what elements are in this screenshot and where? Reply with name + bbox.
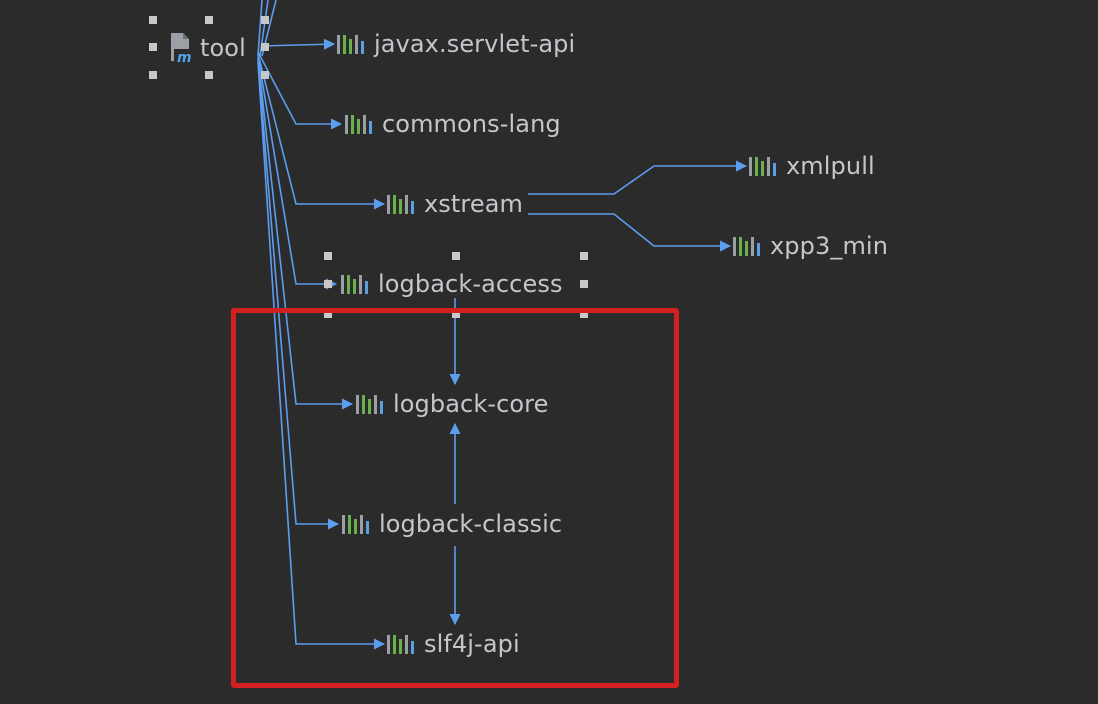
library-icon xyxy=(340,273,370,295)
svg-text:m: m xyxy=(177,50,192,65)
node-javax-servlet-api[interactable]: javax.servlet-api xyxy=(336,29,575,59)
node-tool[interactable]: m tool xyxy=(168,31,246,66)
edge-tool-commons-lang xyxy=(257,51,343,130)
library-icon xyxy=(732,235,762,257)
node-label: xstream xyxy=(424,190,524,218)
node-label: xpp3_min xyxy=(770,232,888,260)
maven-module-icon: m xyxy=(168,31,196,66)
selection-handle[interactable] xyxy=(452,252,460,260)
node-label: commons-lang xyxy=(382,110,561,138)
selection-handle[interactable] xyxy=(261,16,269,24)
edges-from-xstream xyxy=(528,160,748,252)
edge-tool-javax-servlet-api xyxy=(261,38,336,50)
library-icon xyxy=(748,155,778,177)
library-icon xyxy=(336,33,366,55)
node-label: xmlpull xyxy=(786,152,875,180)
highlight-box xyxy=(231,308,679,688)
selection-handle[interactable] xyxy=(324,280,332,288)
selection-handle[interactable] xyxy=(149,43,157,51)
selection-handle[interactable] xyxy=(580,252,588,260)
edge-xstream-xmlpull xyxy=(528,160,748,195)
selection-handle[interactable] xyxy=(149,16,157,24)
node-label: tool xyxy=(200,34,246,62)
selection-handle[interactable] xyxy=(261,71,269,79)
edge-xstream-xpp3-min xyxy=(528,213,732,252)
node-xpp3-min[interactable]: xpp3_min xyxy=(732,231,888,261)
selection-handle[interactable] xyxy=(205,16,213,24)
library-icon xyxy=(386,193,416,215)
selection-handle[interactable] xyxy=(324,252,332,260)
selection-handle[interactable] xyxy=(261,43,269,51)
selection-handle[interactable] xyxy=(149,71,157,79)
selection-handle[interactable] xyxy=(205,71,213,79)
node-label: logback-access xyxy=(378,270,563,298)
node-logback-access[interactable]: logback-access xyxy=(340,269,563,299)
node-xmlpull[interactable]: xmlpull xyxy=(748,151,875,181)
selection-handle[interactable] xyxy=(580,280,588,288)
node-xstream[interactable]: xstream xyxy=(386,189,523,219)
node-label: javax.servlet-api xyxy=(374,30,576,58)
library-icon xyxy=(344,113,374,135)
node-commons-lang[interactable]: commons-lang xyxy=(344,109,561,139)
